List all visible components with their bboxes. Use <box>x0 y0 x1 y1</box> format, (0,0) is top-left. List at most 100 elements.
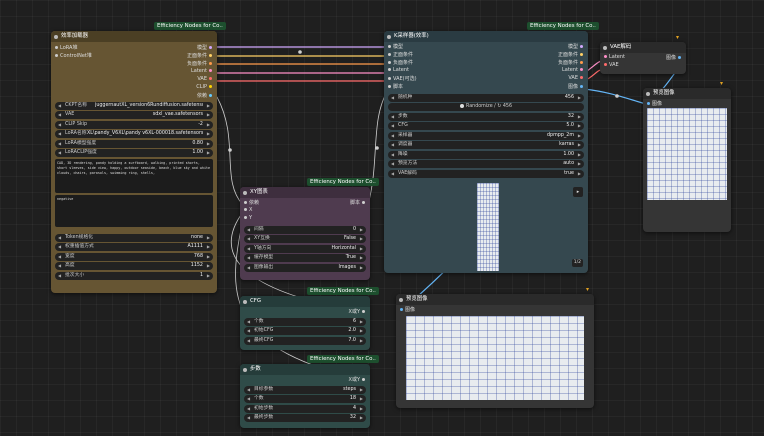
widget-steps[interactable]: ◀ 步数 32 ▶ <box>388 112 584 121</box>
node-title[interactable]: 效率加载器 <box>51 31 217 42</box>
output-model[interactable]: 模型 <box>197 44 212 51</box>
input-images[interactable]: 图像 <box>647 100 662 107</box>
widget-y-label-orientation[interactable]: ◀ Y轴方向 Horizontal ▶ <box>244 244 366 253</box>
input-dependencies[interactable]: 依赖 <box>244 199 259 206</box>
widget-lora-clip-strength[interactable]: ◀ LoRACLIP强度 1.00 ▶ <box>55 149 213 157</box>
xy-plot-node[interactable]: XY图表 依赖 X Y 脚本 ◀ 间隔 0 ▶ ◀ XY互换 False ▶ ◀ Y轴方向 Ho… <box>240 187 370 280</box>
node-badge: Efficiency Nodes for Co.. <box>307 287 379 295</box>
widget-last-cfg[interactable]: ◀ 最终CFG 7.0 ▶ <box>244 336 366 345</box>
input-y[interactable]: Y <box>244 215 252 221</box>
widget-denoise[interactable]: ◀ 降噪 1.00 ▶ <box>388 150 584 159</box>
warning-icon: ▾ <box>676 34 680 41</box>
node-title-text: 预览图像 <box>653 90 675 96</box>
input-controlnet-stack[interactable]: ControlNet堆 <box>55 52 92 59</box>
widget-grid-spacing[interactable]: ◀ 间隔 0 ▶ <box>244 225 366 234</box>
widget-preview-method[interactable]: ◀ 预览方法 auto ▶ <box>388 160 584 168</box>
node-title[interactable]: XY图表 <box>240 187 370 198</box>
preview-image-tall[interactable] <box>477 183 499 271</box>
warning-icon: ▾ <box>586 286 590 293</box>
widget-target-parameter[interactable]: ◀ 目标参数 steps ▶ <box>244 385 366 394</box>
ksampler-efficient-node[interactable]: K采样器(效率) 模型 正面条件 负面条件 Latent VAE(可选) 脚本 … <box>384 31 588 273</box>
output-vae[interactable]: VAE <box>568 75 583 81</box>
randomize-button[interactable]: Randomize / ↻ 456 <box>388 103 584 111</box>
xy-input-cfg-node[interactable]: CFG X或Y ◀ 个数 6 ▶ ◀ 初始CFG 2.0 ▶ ◀ 最终CFG 7.0 ▶ <box>240 296 370 350</box>
widget-height[interactable]: ◀ 高度 1152 ▶ <box>55 262 213 270</box>
node-title[interactable]: 步数 <box>240 364 370 375</box>
input-negative[interactable]: 负面条件 <box>388 59 413 66</box>
node-title[interactable]: VAE解码 <box>600 42 686 53</box>
input-positive[interactable]: 正面条件 <box>388 51 413 58</box>
output-latent[interactable]: Latent <box>562 67 583 73</box>
preview-image-grid[interactable] <box>406 316 584 400</box>
input-vae[interactable]: VAE <box>604 62 619 68</box>
node-title[interactable]: 预览图像 <box>396 294 594 305</box>
output-x-or-y[interactable]: X或Y <box>349 308 365 315</box>
input-script[interactable]: 脚本 <box>388 83 403 90</box>
widget-lora-name[interactable]: ◀ LoRA名称 XL\pandy_V6XL\pandy v6XL-000018.s… <box>55 130 213 138</box>
widget-sampler[interactable]: ◀ 采样器 dpmpp_2m ▶ <box>388 131 584 140</box>
widget-width[interactable]: ◀ 宽度 768 ▶ <box>55 252 213 261</box>
input-vae-optional[interactable]: VAE(可选) <box>388 75 417 82</box>
randomize-icon <box>459 103 464 108</box>
node-title[interactable]: K采样器(效率) <box>384 31 588 42</box>
xy-input-steps-node[interactable]: 步数 X或Y ◀ 目标参数 steps ▶ ◀ 个数 18 ▶ ◀ 初始步数 4 ▶ ◀ 最终步数 3… <box>240 364 370 428</box>
node-badge: Efficiency Nodes for Co.. <box>307 178 379 186</box>
output-latent[interactable]: Latent <box>191 68 212 74</box>
widget-vae[interactable]: ◀ VAE sdxl_vae.safetensors ▶ <box>55 111 213 119</box>
vae-decode-node[interactable]: VAE解码 Latent VAE 图像 <box>600 42 686 74</box>
widget-last-step[interactable]: ◀ 最终步数 32 ▶ <box>244 414 366 422</box>
input-latent[interactable]: Latent <box>604 54 625 60</box>
output-positive[interactable]: 正面条件 <box>558 51 583 58</box>
input-lora-stack[interactable]: LoRA堆 <box>55 44 77 51</box>
widget-first-step[interactable]: ◀ 初始步数 4 ▶ <box>244 404 366 413</box>
widget-seed[interactable]: ◀ 随机种 456 ▶ <box>388 93 584 102</box>
preview-image-grid[interactable] <box>647 108 727 200</box>
node-title-text: 步数 <box>250 366 261 372</box>
node-title-text: 效率加载器 <box>61 33 88 39</box>
input-latent[interactable]: Latent <box>388 67 409 73</box>
output-model[interactable]: 模型 <box>568 43 583 50</box>
negative-prompt-textarea[interactable]: negative <box>55 195 213 227</box>
efficient-loader-node[interactable]: 效率加载器 LoRA堆 ControlNet堆 模型 正面条件 负面条件 Lat… <box>51 31 217 293</box>
output-clip[interactable]: CLIP <box>196 84 212 90</box>
widget-cfg[interactable]: ◀ CFG 5.0 ▶ <box>388 122 584 130</box>
next-image-button[interactable]: ▸ <box>573 187 583 197</box>
widget-first-cfg[interactable]: ◀ 初始CFG 2.0 ▶ <box>244 327 366 335</box>
input-x[interactable]: X <box>244 207 252 213</box>
preview-image-node[interactable]: 预览图像 图像 <box>643 88 731 232</box>
output-negative[interactable]: 负面条件 <box>187 60 212 67</box>
node-title[interactable]: 预览图像 <box>643 88 731 99</box>
widget-batch-size[interactable]: ◀ 批次大小 1 ▶ <box>55 271 213 280</box>
widget-batch-count[interactable]: ◀ 个数 6 ▶ <box>244 317 366 326</box>
widget-scheduler[interactable]: ◀ 调度器 karras ▶ <box>388 141 584 149</box>
node-title-text: VAE解码 <box>610 44 632 50</box>
node-badge: Efficiency Nodes for Co.. <box>154 22 226 30</box>
output-negative[interactable]: 负面条件 <box>558 59 583 66</box>
output-script[interactable]: 脚本 <box>350 199 365 206</box>
output-x-or-y[interactable]: X或Y <box>349 376 365 383</box>
widget-weight-interpretation[interactable]: ◀ 权重插值方式 A1111 ▶ <box>55 243 213 251</box>
widget-vae-decode[interactable]: ◀ VAE解码 true ▶ <box>388 169 584 178</box>
positive-prompt-textarea[interactable]: CAD, 3D rendering, pandy holding a surfb… <box>55 159 213 193</box>
widget-token-normalization[interactable]: ◀ Token规格化 none ▶ <box>55 233 213 242</box>
widget-ckpt-name[interactable]: ◀ CKPT名称 juggernautXL_version6Rundiffusion… <box>55 101 213 110</box>
widget-ksampler-output-image[interactable]: ◀ 图像输出 Images ▶ <box>244 263 366 272</box>
output-image[interactable]: 图像 <box>666 54 681 61</box>
widget-clip-skip[interactable]: ◀ CLIP Skip -2 ▶ <box>55 120 213 129</box>
input-images[interactable]: 图像 <box>400 306 415 313</box>
wire-image-out <box>583 88 647 105</box>
output-positive[interactable]: 正面条件 <box>187 52 212 59</box>
output-vae[interactable]: VAE <box>197 76 212 82</box>
node-title-text: K采样器(效率) <box>394 33 429 39</box>
widget-cache-models[interactable]: ◀ 缓存模型 True ▶ <box>244 254 366 262</box>
output-dependencies[interactable]: 依赖 <box>197 92 212 99</box>
node-title[interactable]: CFG <box>240 296 370 307</box>
preview-image-node[interactable]: 预览图像 图像 <box>396 294 594 408</box>
node-title-text: XY图表 <box>250 189 268 195</box>
widget-xy-flip[interactable]: ◀ XY互换 False ▶ <box>244 235 366 243</box>
input-model[interactable]: 模型 <box>388 43 403 50</box>
widget-lora-model-strength[interactable]: ◀ LoRA模型强度 0.80 ▶ <box>55 139 213 148</box>
output-image[interactable]: 图像 <box>568 83 583 90</box>
node-badge: Efficiency Nodes for Co.. <box>307 355 379 363</box>
widget-batch-count[interactable]: ◀ 个数 18 ▶ <box>244 395 366 403</box>
